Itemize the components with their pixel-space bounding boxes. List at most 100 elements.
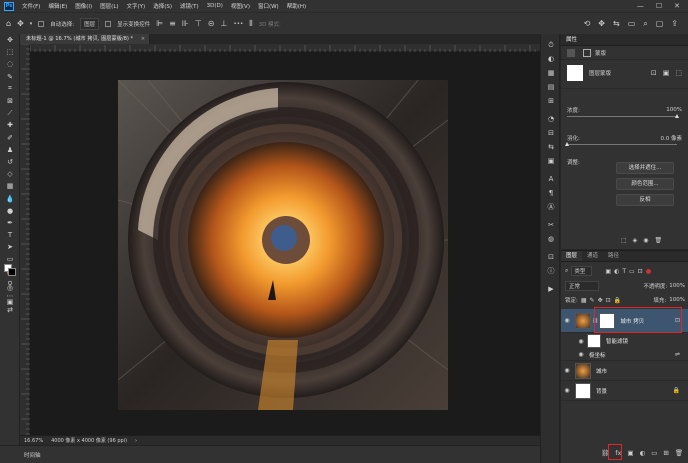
quick-mask-icon[interactable]: ◎ xyxy=(0,282,20,294)
visibility-eye-icon[interactable]: ◉ xyxy=(575,338,587,345)
apply-mask-icon[interactable]: ◈ xyxy=(633,237,638,244)
tool-presets-icon[interactable]: ✂ xyxy=(541,218,561,232)
lasso-tool-icon[interactable]: ◌ xyxy=(0,58,20,70)
actions-icon[interactable]: ▶ xyxy=(541,282,561,296)
pixel-mask-icon[interactable] xyxy=(567,48,575,57)
layer-thumbnail[interactable] xyxy=(575,382,591,399)
lock-pixels-icon[interactable]: ▦ xyxy=(581,297,587,304)
more-options[interactable]: ••• xyxy=(233,21,243,27)
timeline-label[interactable]: 时间轴 xyxy=(24,451,41,459)
menu-layer[interactable]: 图层(L) xyxy=(96,2,122,10)
delete-layer-icon[interactable]: 🗑 xyxy=(675,449,683,457)
swatches-icon[interactable]: ▦ xyxy=(541,66,561,80)
menu-window[interactable]: 窗口(W) xyxy=(254,2,283,10)
brushes-icon[interactable]: ◍ xyxy=(541,232,561,246)
search-icon[interactable]: ⌕ xyxy=(643,19,647,29)
adjustments-icon[interactable]: ◔ xyxy=(541,112,561,126)
history-brush-icon[interactable]: ↺ xyxy=(0,156,20,168)
menu-file[interactable]: 文件(F) xyxy=(18,2,44,10)
disable-mask-icon[interactable]: ◉ xyxy=(643,237,648,244)
menu-type[interactable]: 文字(Y) xyxy=(123,2,150,10)
3d-pan-icon[interactable]: ✥ xyxy=(598,19,605,29)
eraser-tool-icon[interactable]: ◇ xyxy=(0,168,20,180)
dodge-tool-icon[interactable]: ● xyxy=(0,205,20,217)
eyedropper-tool-icon[interactable]: ⟋ xyxy=(0,107,20,119)
blend-mode-dropdown[interactable]: 正常 xyxy=(565,281,600,291)
status-menu-arrow[interactable]: › xyxy=(135,438,137,444)
styles-icon[interactable]: ⊟ xyxy=(541,126,561,140)
paragraph-icon[interactable]: ¶ xyxy=(541,186,561,200)
layer-row-polar-coordinates[interactable]: ◉ 极坐标 ⇌ xyxy=(561,349,688,361)
3d-orbit-icon[interactable]: ⟲ xyxy=(584,19,591,29)
layer-row-city[interactable]: ◉ 城市 xyxy=(561,361,688,381)
layer-filter-dropdown[interactable]: 类型 xyxy=(571,266,593,276)
document-tab[interactable]: 未标题-1 @ 16.7% (城市 拷贝, 图层蒙版/8) * × xyxy=(20,34,150,44)
distribute-icon[interactable]: ⫴ xyxy=(249,19,252,29)
home-icon[interactable]: ⌂ xyxy=(6,19,11,28)
density-slider[interactable] xyxy=(567,114,679,118)
layer-row-background[interactable]: ◉ 背景 🔒 xyxy=(561,381,688,401)
minimize-button[interactable]: — xyxy=(637,2,644,10)
lock-position-icon[interactable]: ✥ xyxy=(598,297,603,304)
menu-filter[interactable]: 滤镜(T) xyxy=(176,2,203,10)
layer-name[interactable]: 城市 xyxy=(596,367,607,375)
background-color-swatch[interactable] xyxy=(8,268,16,276)
feather-slider-handle[interactable] xyxy=(565,142,569,146)
patterns-icon[interactable]: ⊞ xyxy=(541,94,561,108)
lock-artboard-icon[interactable]: ⊡ xyxy=(606,297,611,304)
move-tool-icon[interactable]: ✥ xyxy=(17,19,24,28)
align-top-icon[interactable]: ⊤ xyxy=(195,19,202,28)
color-icon[interactable]: ◐ xyxy=(541,52,561,66)
layer-thumbnail[interactable] xyxy=(575,312,591,329)
align-left-icon[interactable]: ⊫ xyxy=(156,19,163,28)
brush-tool-icon[interactable]: ✐ xyxy=(0,132,20,144)
visibility-eye-icon[interactable]: ◉ xyxy=(561,367,573,374)
add-mask-icon[interactable]: ▣ xyxy=(627,449,633,457)
filter-type-icon[interactable]: T xyxy=(622,268,626,275)
visibility-eye-icon[interactable]: ◉ xyxy=(561,387,573,394)
menu-help[interactable]: 帮助(H) xyxy=(283,2,310,10)
auto-select-dropdown[interactable]: 图层 xyxy=(80,17,100,30)
blur-tool-icon[interactable]: 💧 xyxy=(0,192,20,204)
layer-thumbnail[interactable] xyxy=(575,362,591,379)
density-slider-handle[interactable] xyxy=(675,114,679,118)
load-selection-icon[interactable]: ⬚ xyxy=(621,237,627,244)
close-window-button[interactable]: ✕ xyxy=(674,2,680,10)
align-center-icon[interactable]: ≡ xyxy=(169,19,176,28)
menu-view[interactable]: 视图(V) xyxy=(227,2,254,10)
align-right-icon[interactable]: ⊪ xyxy=(182,19,189,28)
layer-comps-icon[interactable]: ⇆ xyxy=(541,140,561,154)
navigator-icon[interactable]: ⊡ xyxy=(541,250,561,264)
lock-all-icon[interactable]: 🔒 xyxy=(614,297,621,304)
vector-mask-icon[interactable] xyxy=(583,48,591,57)
show-transform-checkbox[interactable] xyxy=(105,20,112,27)
glyphs-icon[interactable]: Ⓐ xyxy=(541,200,561,214)
auto-select-checkbox[interactable] xyxy=(38,20,45,27)
type-tool-icon[interactable]: T xyxy=(0,229,20,241)
share-icon[interactable]: ⇪ xyxy=(671,19,678,29)
properties-tab[interactable]: 属性 xyxy=(561,34,688,46)
filter-shape-icon[interactable]: ▭ xyxy=(629,268,635,275)
menu-select[interactable]: 选择(S) xyxy=(149,2,176,10)
polar-city-artwork[interactable] xyxy=(118,80,448,410)
filter-toggle[interactable] xyxy=(645,268,651,274)
mask-thumbnail[interactable] xyxy=(567,65,583,81)
workspace-icon[interactable]: ▢ xyxy=(656,19,664,29)
gradient-tool-icon[interactable]: ▦ xyxy=(0,180,20,192)
opacity-value[interactable]: 100% xyxy=(669,283,685,289)
healing-brush-icon[interactable]: ✚ xyxy=(0,119,20,131)
maximize-button[interactable]: ☐ xyxy=(656,2,662,10)
filter-options-icon[interactable]: ⇌ xyxy=(675,351,680,358)
fill-value[interactable]: 100% xyxy=(669,297,685,303)
timeline-panel-bar[interactable]: 时间轴 xyxy=(0,445,540,463)
smart-filter-mask-thumbnail[interactable] xyxy=(587,334,601,348)
layer-row-smart-filters[interactable]: ◉ 智能滤镜 xyxy=(561,333,688,349)
stamp-tool-icon[interactable]: ♟ xyxy=(0,144,20,156)
tab-layers[interactable]: 图层 xyxy=(561,251,583,261)
visibility-eye-icon[interactable]: ◉ xyxy=(561,317,573,324)
feather-value[interactable]: 0.0 像素 xyxy=(661,134,683,142)
tab-paths[interactable]: 路径 xyxy=(603,251,624,261)
libraries-icon[interactable]: ▣ xyxy=(541,154,561,168)
color-range-button[interactable]: 颜色范围... xyxy=(616,178,674,190)
3d-camera-icon[interactable]: ▭ xyxy=(628,19,636,29)
